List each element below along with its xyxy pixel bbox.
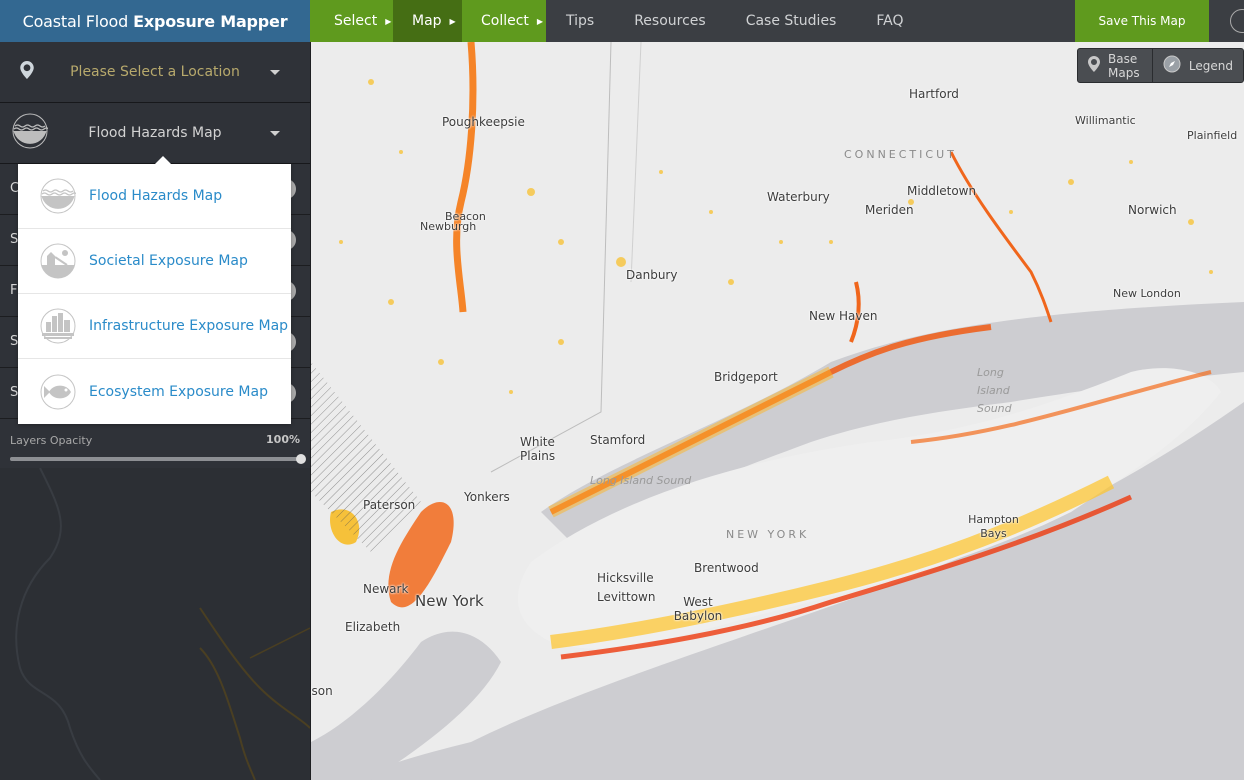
waves-icon <box>40 178 78 214</box>
map-label-city: Hicksville <box>597 571 654 585</box>
map-type-selector[interactable]: Flood Hazards Map <box>0 103 310 164</box>
map-label-city: Yonkers <box>464 490 510 504</box>
dropdown-item-societal-exposure[interactable]: Societal Exposure Map <box>18 229 291 294</box>
playground-icon <box>40 243 76 279</box>
map-label-city: Hartford <box>909 87 959 101</box>
map-label-city: New York <box>415 592 484 610</box>
step-collect-label: Collect <box>481 13 529 29</box>
dropdown-item-label: Flood Hazards Map <box>89 188 223 204</box>
map-label-city: Danbury <box>626 268 678 282</box>
save-map-button[interactable]: Save This Map <box>1075 0 1209 42</box>
fish-icon <box>40 374 76 410</box>
nav-links: Tips Resources Case Studies FAQ <box>546 0 923 42</box>
caret-right-icon: ▶ <box>385 16 392 26</box>
step-select-label: Select <box>334 13 378 29</box>
map-label-city: New London <box>1113 287 1181 300</box>
map-label-city: White Plains <box>520 435 556 463</box>
opacity-slider-fill <box>10 457 301 461</box>
nav-faq[interactable]: FAQ <box>856 13 923 29</box>
dropdown-item-label: Societal Exposure Map <box>89 253 248 269</box>
opacity-value: 100% <box>266 433 300 446</box>
map-label-city: New Haven <box>809 309 878 323</box>
map-label-city: Newburgh <box>420 220 477 233</box>
app-title-light: Coastal Flood <box>22 11 129 31</box>
step-map[interactable]: Map ▶ <box>393 0 462 42</box>
map-toolbar: Base Maps Legend <box>1077 48 1244 83</box>
map-label-city: Hampton Bays <box>968 513 1019 540</box>
workflow-steps: Select ▶ Map ▶ Collect ▶ <box>310 0 546 42</box>
map-label-city: West Babylon <box>673 595 723 623</box>
base-maps-button[interactable]: Base Maps <box>1078 49 1152 82</box>
step-select[interactable]: Select ▶ <box>310 0 393 42</box>
legend-label: Legend <box>1188 58 1233 73</box>
app-title-bold: Exposure Mapper <box>133 11 288 31</box>
compass-icon <box>1163 55 1181 76</box>
map-label-city: Middletown <box>907 184 977 198</box>
map-label-city: Brentwood <box>694 561 759 575</box>
base-maps-label: Base Maps <box>1108 51 1140 80</box>
map-label-city: Levittown <box>597 590 656 604</box>
opacity-label: Layers Opacity <box>10 434 93 447</box>
map-label-city: Willimantic <box>1075 114 1136 127</box>
map-label-city: Plainfield <box>1187 129 1238 142</box>
sidebar-empty-area <box>0 467 311 780</box>
map-label-city: Edison <box>311 684 333 698</box>
map-canvas[interactable]: Poughkeepsie Hartford Willimantic Plainf… <box>311 42 1244 780</box>
map-type-dropdown: Flood Hazards Map Societal Exposure Map <box>18 156 291 424</box>
map-pin-icon <box>1088 56 1100 75</box>
layer-name: F <box>10 283 18 298</box>
map-label-city: Waterbury <box>767 190 830 204</box>
caret-right-icon: ▶ <box>449 16 456 26</box>
map-label-city: Stamford <box>590 433 646 447</box>
caret-right-icon: ▶ <box>536 16 544 26</box>
nav-tips[interactable]: Tips <box>546 13 614 29</box>
map-label-state: NEW YORK <box>726 528 810 541</box>
opacity-slider-thumb[interactable] <box>296 454 306 464</box>
app-root: Poughkeepsie Hartford Willimantic Plainf… <box>0 0 1244 780</box>
app-title: Coastal Flood Exposure Mapper <box>0 0 310 42</box>
chevron-down-icon <box>270 131 280 136</box>
city-icon <box>40 308 76 344</box>
map-type-selected: Flood Hazards Map <box>88 125 222 141</box>
dropdown-item-label: Infrastructure Exposure Map <box>89 318 289 334</box>
step-map-label: Map <box>412 13 442 29</box>
location-placeholder: Please Select a Location <box>70 64 240 80</box>
nav-case-studies[interactable]: Case Studies <box>726 13 857 29</box>
nav-resources[interactable]: Resources <box>614 13 726 29</box>
location-selector[interactable]: Please Select a Location <box>0 42 310 103</box>
dropdown-item-ecosystem-exposure[interactable]: Ecosystem Exposure Map <box>18 359 291 424</box>
map-label-state: CONNECTICUT <box>844 148 957 161</box>
legend-button[interactable]: Legend <box>1151 49 1243 82</box>
step-collect[interactable]: Collect ▶ <box>462 0 546 42</box>
map-label-city: Elizabeth <box>345 620 401 634</box>
map-label-city: Paterson <box>363 498 416 512</box>
map-label-water: Long Island Sound <box>590 474 692 487</box>
map-label-city: Newark <box>363 582 409 596</box>
dropdown-item-infrastructure-exposure[interactable]: Infrastructure Exposure Map <box>18 294 291 359</box>
sidebar-map-underlay <box>15 467 311 780</box>
map-label-city: Meriden <box>865 203 914 217</box>
opacity-slider[interactable] <box>10 454 306 464</box>
layers-opacity-control: Layers Opacity 100% <box>0 426 311 464</box>
map-label-city: Bridgeport <box>714 370 778 384</box>
chevron-down-icon <box>270 70 280 75</box>
map-label-water: Long Island Sound <box>977 366 1012 415</box>
top-navigation-bar: Coastal Flood Exposure Mapper Select ▶ M… <box>0 0 1244 42</box>
dropdown-item-label: Ecosystem Exposure Map <box>89 383 268 400</box>
dropdown-item-flood-hazards[interactable]: Flood Hazards Map <box>18 164 291 229</box>
map-label-city: Norwich <box>1128 203 1177 217</box>
map-graphic <box>311 42 1244 780</box>
account-icon[interactable] <box>1230 9 1244 33</box>
map-label-city: Poughkeepsie <box>442 115 525 129</box>
